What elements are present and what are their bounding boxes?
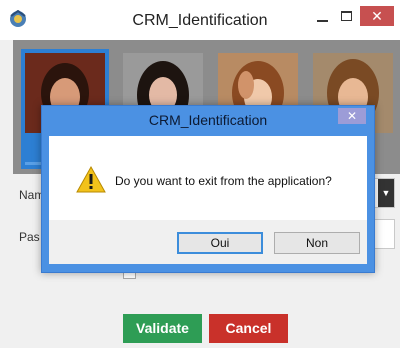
maximize-button[interactable] — [337, 8, 357, 28]
dialog-message: Do you want to exit from the application… — [115, 174, 332, 188]
cancel-button[interactable]: Cancel — [209, 314, 288, 343]
chevron-down-icon[interactable]: ▼ — [378, 179, 394, 207]
dialog-footer: Oui Non — [49, 220, 367, 264]
password-label: Pas — [19, 230, 40, 244]
exit-confirm-dialog: CRM_Identification ✕ Do you want to exit… — [41, 105, 375, 273]
validate-button[interactable]: Validate — [123, 314, 202, 343]
yes-button[interactable]: Oui — [177, 232, 263, 254]
no-button[interactable]: Non — [274, 232, 360, 254]
title-bar: CRM_Identification ✕ — [0, 0, 400, 40]
window-close-button[interactable]: ✕ — [360, 6, 394, 26]
dialog-body: Do you want to exit from the application… — [49, 136, 367, 220]
warning-icon — [76, 166, 106, 193]
minimize-button[interactable] — [313, 8, 333, 28]
dialog-close-button[interactable]: ✕ — [338, 108, 366, 124]
dialog-title: CRM_Identification — [148, 112, 268, 128]
